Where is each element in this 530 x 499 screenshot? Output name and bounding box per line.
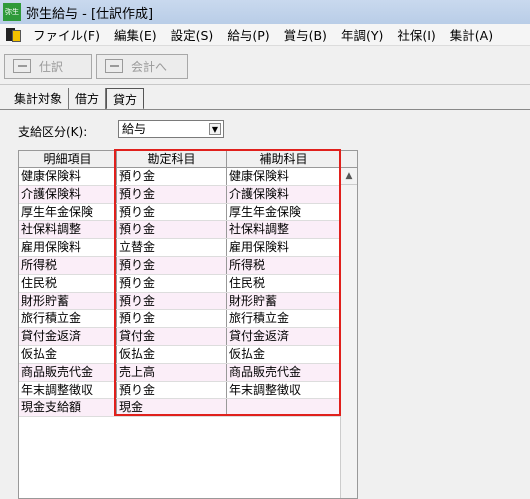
window-title: 弥生給与 - [仕訳作成] [26, 6, 154, 22]
journal-icon [13, 59, 31, 73]
account-cell[interactable]: 預り金 [117, 185, 227, 203]
table-row[interactable]: 住民税 預り金 住民税 [19, 274, 341, 293]
table-row[interactable]: 雇用保険料 立替金 雇用保険料 [19, 239, 341, 257]
account-cell[interactable]: 預り金 [117, 256, 227, 274]
detail-item-cell[interactable]: 仮払金 [19, 345, 117, 363]
sub-account-cell[interactable]: 財形貯蓄 [227, 292, 341, 310]
account-cell[interactable]: 預り金 [117, 203, 227, 221]
header-sub-account[interactable]: 補助科目 [227, 151, 341, 167]
table-row[interactable]: 貸付金返済 貸付金 貸付金返済 [19, 328, 341, 346]
account-cell[interactable]: 預り金 [117, 274, 227, 292]
account-cell[interactable]: 預り金 [117, 381, 227, 399]
account-cell[interactable]: 仮払金 [117, 345, 227, 363]
sub-account-cell[interactable] [227, 399, 341, 417]
tab-underline [0, 109, 530, 110]
payment-type-label: 支給区分(K): [18, 125, 88, 139]
menu-bar: ファイル(F) 編集(E) 設定(S) 給与(P) 賞与(B) 年調(Y) 社保… [0, 24, 530, 46]
sub-account-cell[interactable]: 年末調整徴収 [227, 381, 341, 399]
sub-account-cell[interactable]: 所得税 [227, 256, 341, 274]
sub-account-cell[interactable]: 住民税 [227, 274, 341, 292]
table-row[interactable]: 社保料調整 預り金 社保料調整 [19, 221, 341, 240]
detail-item-cell[interactable]: 財形貯蓄 [19, 292, 117, 310]
grid-body: 健康保険料 預り金 健康保険料 介護保険料 預り金 介護保険料 厚生年金保険 預り金 厚生年金保… [19, 168, 341, 498]
table-row[interactable]: 旅行積立金 預り金 旅行積立金 [19, 310, 341, 329]
account-cell[interactable]: 貸付金 [117, 328, 227, 345]
menu-bonus[interactable]: 賞与(B) [277, 25, 334, 44]
journal-grid: 明細項目 勘定科目 補助科目 健康保険料 預り金 健康保険料 介護保険料 預り金 介護保険… [18, 150, 358, 499]
menu-settings[interactable]: 設定(S) [164, 25, 221, 44]
detail-item-cell[interactable]: 健康保険料 [19, 168, 117, 185]
menu-year-end[interactable]: 年調(Y) [334, 25, 390, 44]
detail-item-cell[interactable]: 商品販売代金 [19, 363, 117, 381]
menu-file[interactable]: ファイル(F) [26, 25, 107, 44]
tab-strip: 集計対象 借方 貸方 [8, 88, 145, 110]
account-cell[interactable]: 立替金 [117, 239, 227, 256]
journal-button[interactable]: 仕訳 [4, 53, 92, 79]
payment-type-select[interactable]: 給与 ▼ [118, 120, 224, 138]
payment-type-value: 給与 [122, 122, 147, 136]
header-detail-item[interactable]: 明細項目 [19, 151, 117, 167]
table-row[interactable]: 商品販売代金 売上高 商品販売代金 [19, 363, 341, 382]
sub-account-cell[interactable]: 貸付金返済 [227, 328, 341, 345]
grid-header: 明細項目 勘定科目 補助科目 [19, 151, 357, 168]
sub-account-cell[interactable]: 雇用保険料 [227, 239, 341, 256]
table-row[interactable]: 厚生年金保険 預り金 厚生年金保険 [19, 203, 341, 222]
title-bar: 弥生 弥生給与 - [仕訳作成] [0, 0, 530, 24]
tab-aggregation-target[interactable]: 集計対象 [8, 88, 70, 110]
table-row[interactable]: 所得税 預り金 所得税 [19, 256, 341, 275]
send-to-accounting-button[interactable]: 会計へ [96, 53, 188, 79]
send-to-accounting-label: 会計へ [131, 59, 168, 74]
detail-item-cell[interactable]: 住民税 [19, 274, 117, 292]
table-row[interactable]: 健康保険料 預り金 健康保険料 [19, 168, 341, 186]
sub-account-cell[interactable]: 健康保険料 [227, 168, 341, 185]
vertical-scrollbar[interactable]: ▲ [340, 168, 357, 498]
sub-account-cell[interactable]: 社保料調整 [227, 221, 341, 239]
table-row[interactable]: 仮払金 仮払金 仮払金 [19, 345, 341, 364]
journal-button-label: 仕訳 [39, 59, 64, 74]
menu-social-insurance[interactable]: 社保(I) [390, 25, 442, 44]
tab-credit[interactable]: 貸方 [106, 88, 145, 110]
account-cell[interactable]: 売上高 [117, 363, 227, 381]
account-cell[interactable]: 預り金 [117, 310, 227, 328]
account-cell[interactable]: 現金 [117, 399, 227, 417]
detail-item-cell[interactable]: 社保料調整 [19, 221, 117, 239]
detail-item-cell[interactable]: 厚生年金保険 [19, 203, 117, 221]
detail-item-cell[interactable]: 旅行積立金 [19, 310, 117, 328]
document-icon[interactable] [6, 27, 22, 43]
table-row[interactable]: 財形貯蓄 預り金 財形貯蓄 [19, 292, 341, 311]
header-account[interactable]: 勘定科目 [117, 151, 227, 167]
detail-item-cell[interactable]: 雇用保険料 [19, 239, 117, 256]
sub-account-cell[interactable]: 旅行積立金 [227, 310, 341, 328]
menu-edit[interactable]: 編集(E) [107, 25, 164, 44]
detail-item-cell[interactable]: 現金支給額 [19, 399, 117, 417]
chevron-down-icon[interactable]: ▼ [209, 123, 221, 135]
scroll-up-icon[interactable]: ▲ [341, 168, 357, 185]
menu-payroll[interactable]: 給与(P) [220, 25, 276, 44]
detail-item-cell[interactable]: 介護保険料 [19, 185, 117, 203]
table-row[interactable]: 年末調整徴収 預り金 年末調整徴収 [19, 381, 341, 400]
sub-account-cell[interactable]: 厚生年金保険 [227, 203, 341, 221]
account-cell[interactable]: 預り金 [117, 221, 227, 239]
sub-account-cell[interactable]: 商品販売代金 [227, 363, 341, 381]
toolbar-divider [0, 84, 530, 85]
tab-debit[interactable]: 借方 [69, 88, 107, 110]
detail-item-cell[interactable]: 貸付金返済 [19, 328, 117, 345]
toolbar: 仕訳 会計へ [0, 52, 530, 80]
export-icon [105, 59, 123, 73]
detail-item-cell[interactable]: 年末調整徴収 [19, 381, 117, 399]
sub-account-cell[interactable]: 介護保険料 [227, 185, 341, 203]
app-logo-icon: 弥生 [3, 3, 21, 21]
menu-summary[interactable]: 集計(A) [443, 25, 500, 44]
account-cell[interactable]: 預り金 [117, 168, 227, 185]
sub-account-cell[interactable]: 仮払金 [227, 345, 341, 363]
table-row[interactable]: 現金支給額 現金 [19, 399, 341, 418]
account-cell[interactable]: 預り金 [117, 292, 227, 310]
table-row[interactable]: 介護保険料 預り金 介護保険料 [19, 185, 341, 204]
detail-item-cell[interactable]: 所得税 [19, 256, 117, 274]
